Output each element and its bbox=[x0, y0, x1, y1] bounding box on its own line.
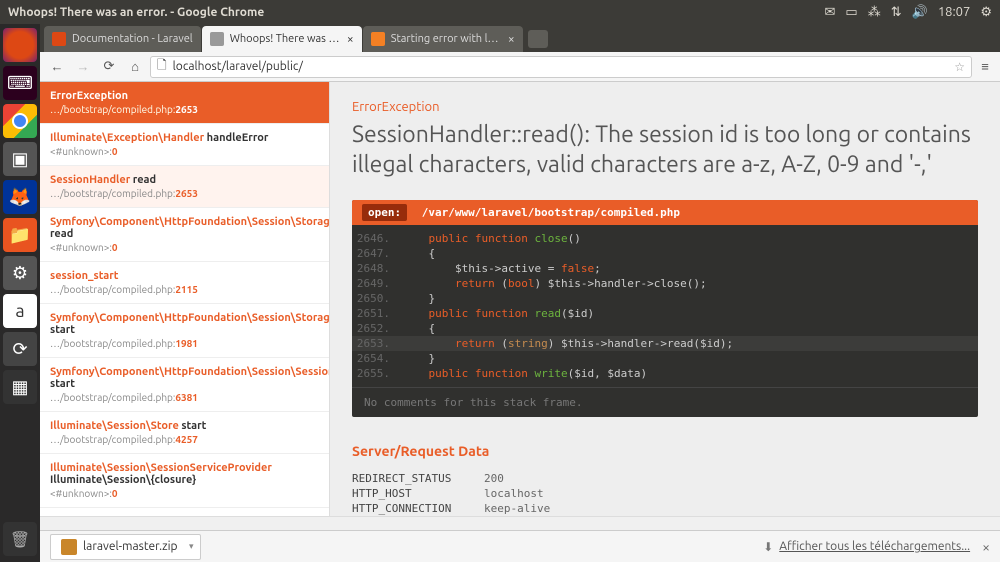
downloads-bar: laravel-master.zip ⬇ Afficher tous les t… bbox=[40, 530, 1000, 562]
mail-icon[interactable]: ✉ bbox=[825, 5, 836, 20]
code-line: 2651. public function read($id) bbox=[352, 306, 978, 321]
exception-class: ErrorException bbox=[352, 100, 978, 114]
exception-detail[interactable]: ErrorException SessionHandler::read(): T… bbox=[330, 82, 1000, 516]
open-label[interactable]: open: bbox=[362, 204, 407, 221]
data-row: HTTP_CONNECTIONkeep-alive bbox=[352, 501, 978, 516]
code-line: 2646. public function close() bbox=[352, 231, 978, 246]
code-line: 2650. } bbox=[352, 291, 978, 306]
settings-icon[interactable]: ⚙ bbox=[3, 256, 37, 290]
close-tab-icon[interactable]: × bbox=[347, 33, 354, 46]
home-button[interactable]: ⌂ bbox=[124, 59, 146, 74]
firefox-icon[interactable]: 🦊 bbox=[3, 180, 37, 214]
stack-frame[interactable]: Illuminate\Session\Store start…/bootstra… bbox=[40, 412, 329, 454]
forward-button[interactable]: → bbox=[72, 59, 94, 74]
close-downloads-bar[interactable]: × bbox=[982, 539, 990, 555]
code-line: 2653. return (string) $this->handler->re… bbox=[352, 336, 978, 351]
system-tray[interactable]: ✉ ▭ ⁂ ⇅ 🔊 18:07 ⚙ bbox=[825, 5, 992, 20]
code-line: 2647. { bbox=[352, 246, 978, 261]
code-line: 2654. } bbox=[352, 351, 978, 366]
close-tab-icon[interactable]: × bbox=[508, 33, 515, 46]
stack-frame[interactable]: session_start…/bootstrap/compiled.php:21… bbox=[40, 262, 329, 304]
tab-strip: Documentation - Laravel Whoops! There wa… bbox=[40, 24, 1000, 52]
code-comments: No comments for this stack frame. bbox=[352, 387, 978, 417]
favicon-icon bbox=[52, 32, 66, 46]
favicon-icon bbox=[210, 32, 224, 46]
stack-frame[interactable]: Symfony\Component\HttpFoundation\Session… bbox=[40, 208, 329, 262]
address-bar[interactable]: 🗋 localhost/laravel/public/ ☆ bbox=[150, 56, 972, 78]
volume-icon[interactable]: 🔊 bbox=[912, 5, 928, 20]
stack-frame[interactable]: SessionHandler read…/bootstrap/compiled.… bbox=[40, 166, 329, 208]
code-preview: open: /var/www/laravel/bootstrap/compile… bbox=[352, 200, 978, 417]
code-line: 2652. { bbox=[352, 321, 978, 336]
bookmark-icon[interactable]: ☆ bbox=[954, 60, 965, 74]
stack-frame[interactable]: Illuminate\Session\SessionServiceProvide… bbox=[40, 454, 329, 508]
bluetooth-icon[interactable]: ⁂ bbox=[868, 5, 881, 20]
amazon-icon[interactable]: a bbox=[3, 294, 37, 328]
chrome-menu-icon[interactable]: ≡ bbox=[976, 59, 994, 74]
code-line: 2648. $this->active = false; bbox=[352, 261, 978, 276]
data-row: REDIRECT_STATUS200 bbox=[352, 471, 978, 486]
ubuntu-launcher: ⌨ ▣ 🦊 📁 ⚙ a ⟳ ▦ 🗑 bbox=[0, 24, 40, 562]
page-icon: 🗋 bbox=[157, 56, 167, 77]
chrome-icon[interactable] bbox=[3, 104, 37, 138]
window-title: Whoops! There was an error. - Google Chr… bbox=[8, 6, 825, 19]
trash-icon[interactable]: 🗑 bbox=[3, 522, 37, 556]
chrome-window: Documentation - Laravel Whoops! There wa… bbox=[40, 24, 1000, 562]
stack-frame[interactable]: Symfony\Component\HttpFoundation\Session… bbox=[40, 358, 329, 412]
reload-button[interactable]: ⟳ bbox=[98, 59, 120, 74]
clock[interactable]: 18:07 bbox=[938, 5, 971, 19]
gear-icon[interactable]: ⚙ bbox=[980, 5, 992, 20]
zip-icon bbox=[61, 539, 77, 555]
download-item[interactable]: laravel-master.zip bbox=[50, 534, 201, 560]
stack-frame[interactable]: call_user_func…/bootstrap/compiled.php:5… bbox=[40, 508, 329, 516]
code-line: 2649. return (bool) $this->handler->clos… bbox=[352, 276, 978, 291]
data-row: HTTP_HOSTlocalhost bbox=[352, 486, 978, 501]
tab-starting-error[interactable]: Starting error with larave × bbox=[363, 26, 523, 52]
show-all-downloads[interactable]: Afficher tous les téléchargements... bbox=[779, 540, 970, 553]
exception-message: SessionHandler::read(): The session id i… bbox=[352, 120, 978, 180]
horizontal-scrollbar[interactable] bbox=[40, 516, 1000, 530]
network-icon[interactable]: ⇅ bbox=[891, 5, 902, 20]
code-file-bar: open: /var/www/laravel/bootstrap/compile… bbox=[352, 200, 978, 225]
nautilus-icon[interactable]: 📁 bbox=[3, 218, 37, 252]
code-lines: 2646. public function close()2647. {2648… bbox=[352, 225, 978, 387]
section-title: Server/Request Data bbox=[352, 443, 978, 459]
download-filename: laravel-master.zip bbox=[83, 540, 178, 553]
new-tab-button[interactable] bbox=[528, 30, 548, 48]
tab-documentation[interactable]: Documentation - Laravel bbox=[44, 26, 201, 52]
server-request-data: Server/Request Data REDIRECT_STATUS200HT… bbox=[352, 443, 978, 516]
stack-frame[interactable]: Illuminate\Exception\Handler handleError… bbox=[40, 124, 329, 166]
url-text: localhost/laravel/public/ bbox=[173, 60, 303, 73]
files-icon[interactable]: ▣ bbox=[3, 142, 37, 176]
stack-frame[interactable]: ErrorException…/bootstrap/compiled.php:2… bbox=[40, 82, 329, 124]
download-arrow-icon: ⬇ bbox=[763, 540, 773, 554]
page-content: ErrorException…/bootstrap/compiled.php:2… bbox=[40, 82, 1000, 516]
dash-icon[interactable] bbox=[3, 28, 37, 62]
software-icon[interactable]: ⟳ bbox=[3, 332, 37, 366]
code-file-path: /var/www/laravel/bootstrap/compiled.php bbox=[422, 206, 680, 219]
workspace-icon[interactable]: ▦ bbox=[3, 370, 37, 404]
terminal-icon[interactable]: ⌨ bbox=[3, 66, 37, 100]
favicon-icon bbox=[371, 32, 385, 46]
stack-frame[interactable]: Symfony\Component\HttpFoundation\Session… bbox=[40, 304, 329, 358]
back-button[interactable]: ← bbox=[46, 59, 68, 74]
stack-frames-panel[interactable]: ErrorException…/bootstrap/compiled.php:2… bbox=[40, 82, 330, 516]
battery-icon[interactable]: ▭ bbox=[845, 5, 857, 20]
system-menubar: Whoops! There was an error. - Google Chr… bbox=[0, 0, 1000, 24]
tab-whoops[interactable]: Whoops! There was an er × bbox=[202, 26, 362, 52]
browser-toolbar: ← → ⟳ ⌂ 🗋 localhost/laravel/public/ ☆ ≡ bbox=[40, 52, 1000, 82]
code-line: 2655. public function write($id, $data) bbox=[352, 366, 978, 381]
